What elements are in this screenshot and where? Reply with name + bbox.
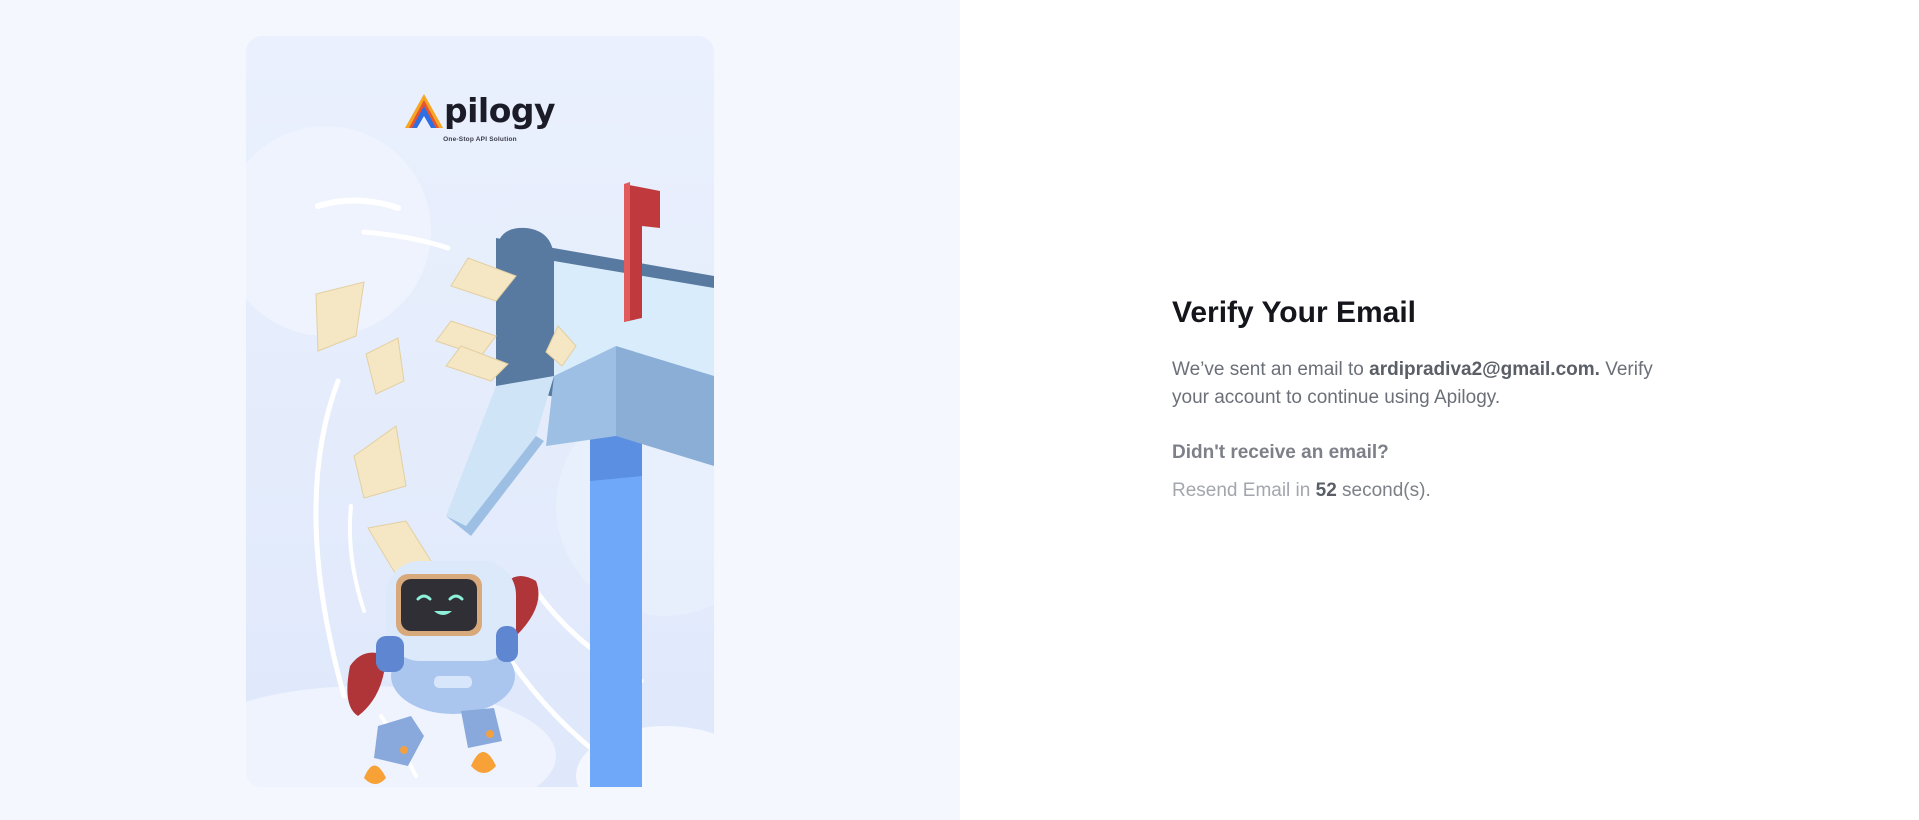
user-email: ardipradiva2@gmail.com. [1369,359,1600,380]
brand-name: pilogy [443,91,556,130]
verify-email-section: Verify Your Email We’ve sent an email to… [1172,294,1692,504]
apilogy-logo: pilogy One-Stop API Solution [246,94,714,143]
resend-email-label: Resend Email in [1172,480,1316,501]
page-title: Verify Your Email [1172,296,1416,329]
resend-countdown: Resend Email in 52 second(s). [1172,478,1692,504]
verify-message: We’ve sent an email to ardipradiva2@gmai… [1172,356,1682,412]
countdown-unit: second(s). [1336,480,1431,501]
robot-with-mailbox-illustration [246,126,714,787]
message-prefix: We’ve sent an email to [1172,359,1370,380]
resend-question: Didn't receive an email? [1172,442,1389,463]
countdown-seconds: 52 [1315,480,1337,501]
right-panel: Verify Your Email We’ve sent an email to… [960,0,1919,820]
brand-tagline: One-Stop API Solution [443,136,517,143]
left-panel: pilogy One-Stop API Solution [0,0,960,820]
illustration-card: pilogy One-Stop API Solution [246,36,714,787]
apilogy-a-icon [404,94,443,128]
